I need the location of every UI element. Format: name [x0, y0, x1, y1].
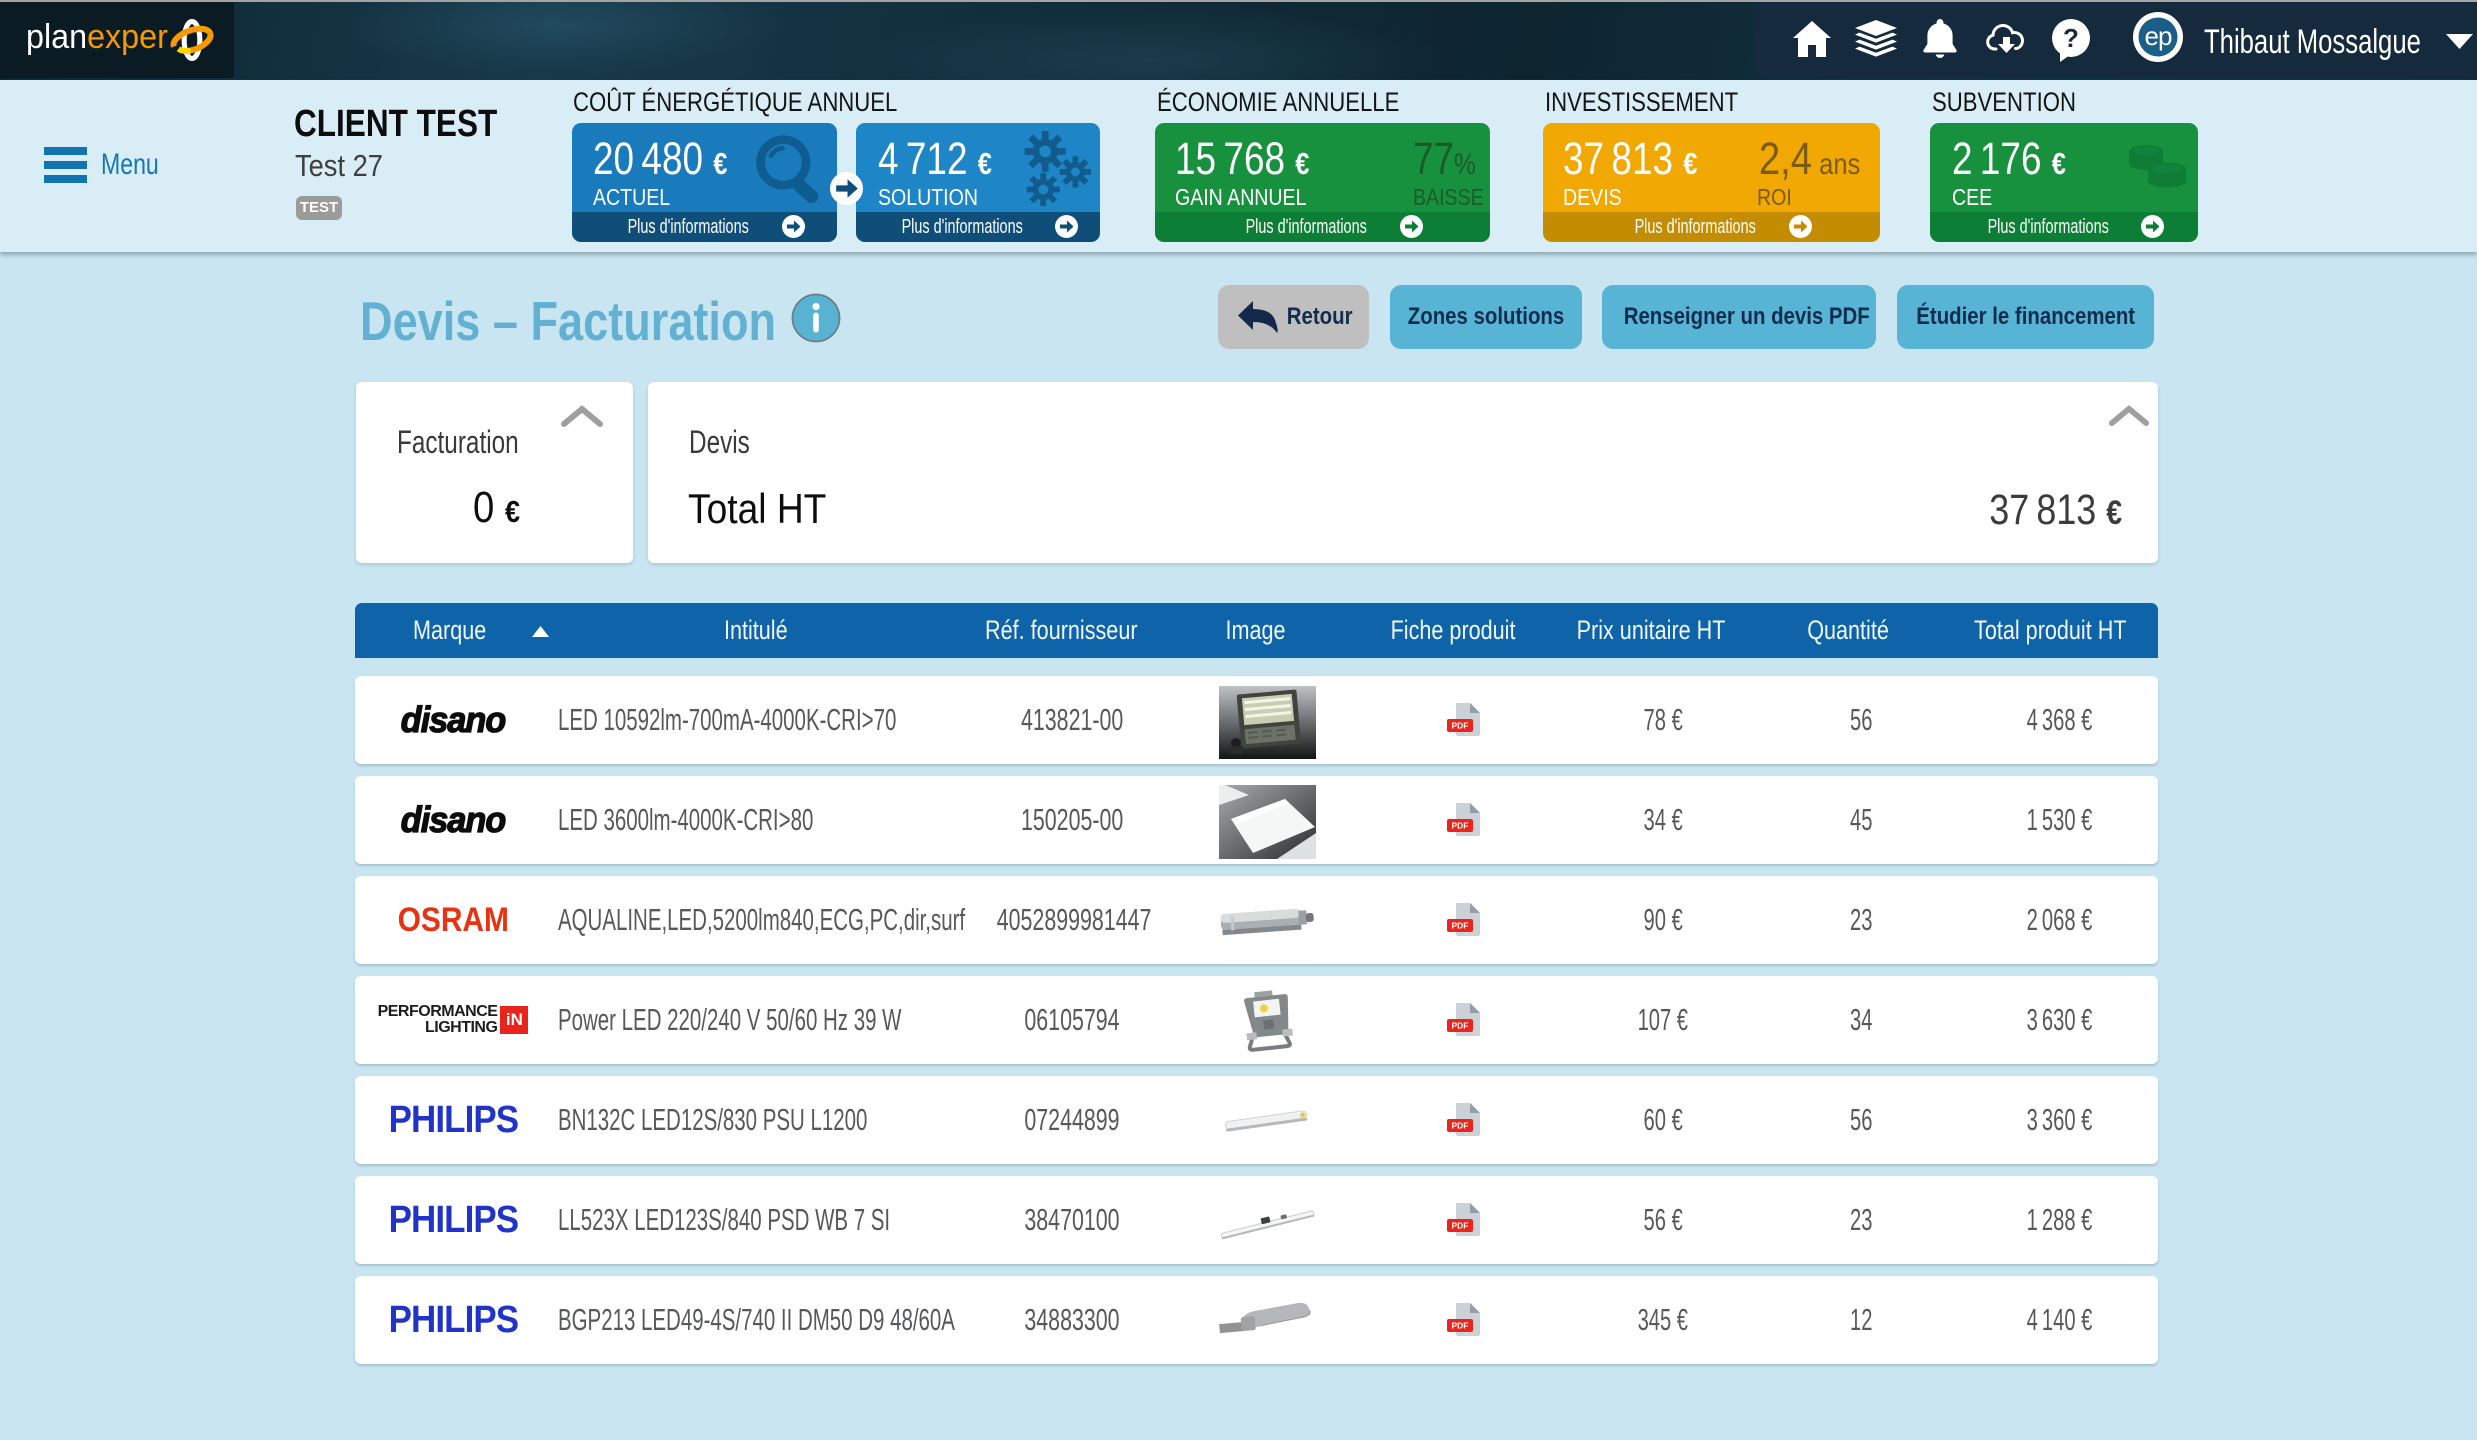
svg-text:ep: ep [2145, 21, 2172, 51]
svg-text:?: ? [2063, 23, 2079, 53]
svg-text:PDF: PDF [1452, 1221, 1469, 1231]
svg-text:PDF: PDF [1452, 1121, 1469, 1131]
svg-text:PDF: PDF [1452, 1021, 1469, 1031]
svg-text:PDF: PDF [1452, 821, 1469, 831]
svg-text:PDF: PDF [1452, 721, 1469, 731]
svg-text:PDF: PDF [1452, 1321, 1469, 1331]
svg-text:PDF: PDF [1452, 921, 1469, 931]
